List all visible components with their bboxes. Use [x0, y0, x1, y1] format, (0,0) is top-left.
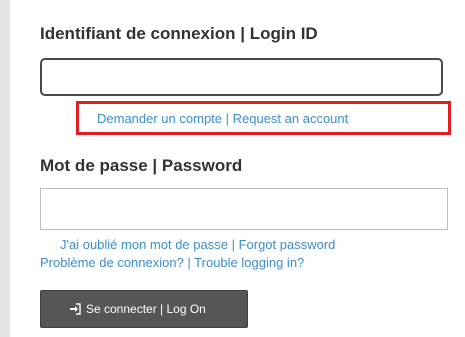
login-form: Identifiant de connexion | Login ID Dema… — [0, 0, 465, 337]
login-id-label: Identifiant de connexion | Login ID — [40, 24, 318, 43]
login-id-input[interactable] — [40, 58, 443, 96]
trouble-logging-in-link[interactable]: Problème de connexion? | Trouble logging… — [40, 255, 304, 270]
request-account-link[interactable]: Demander un compte | Request an account — [97, 111, 348, 126]
left-divider — [0, 0, 10, 337]
log-on-button[interactable]: Se connecter | Log On — [40, 290, 248, 328]
sign-in-icon — [69, 303, 81, 315]
password-label: Mot de passe | Password — [40, 156, 243, 175]
password-input[interactable] — [40, 188, 448, 230]
forgot-password-link[interactable]: J'ai oublié mon mot de passe | Forgot pa… — [60, 237, 335, 252]
log-on-button-label: Se connecter | Log On — [86, 302, 206, 316]
